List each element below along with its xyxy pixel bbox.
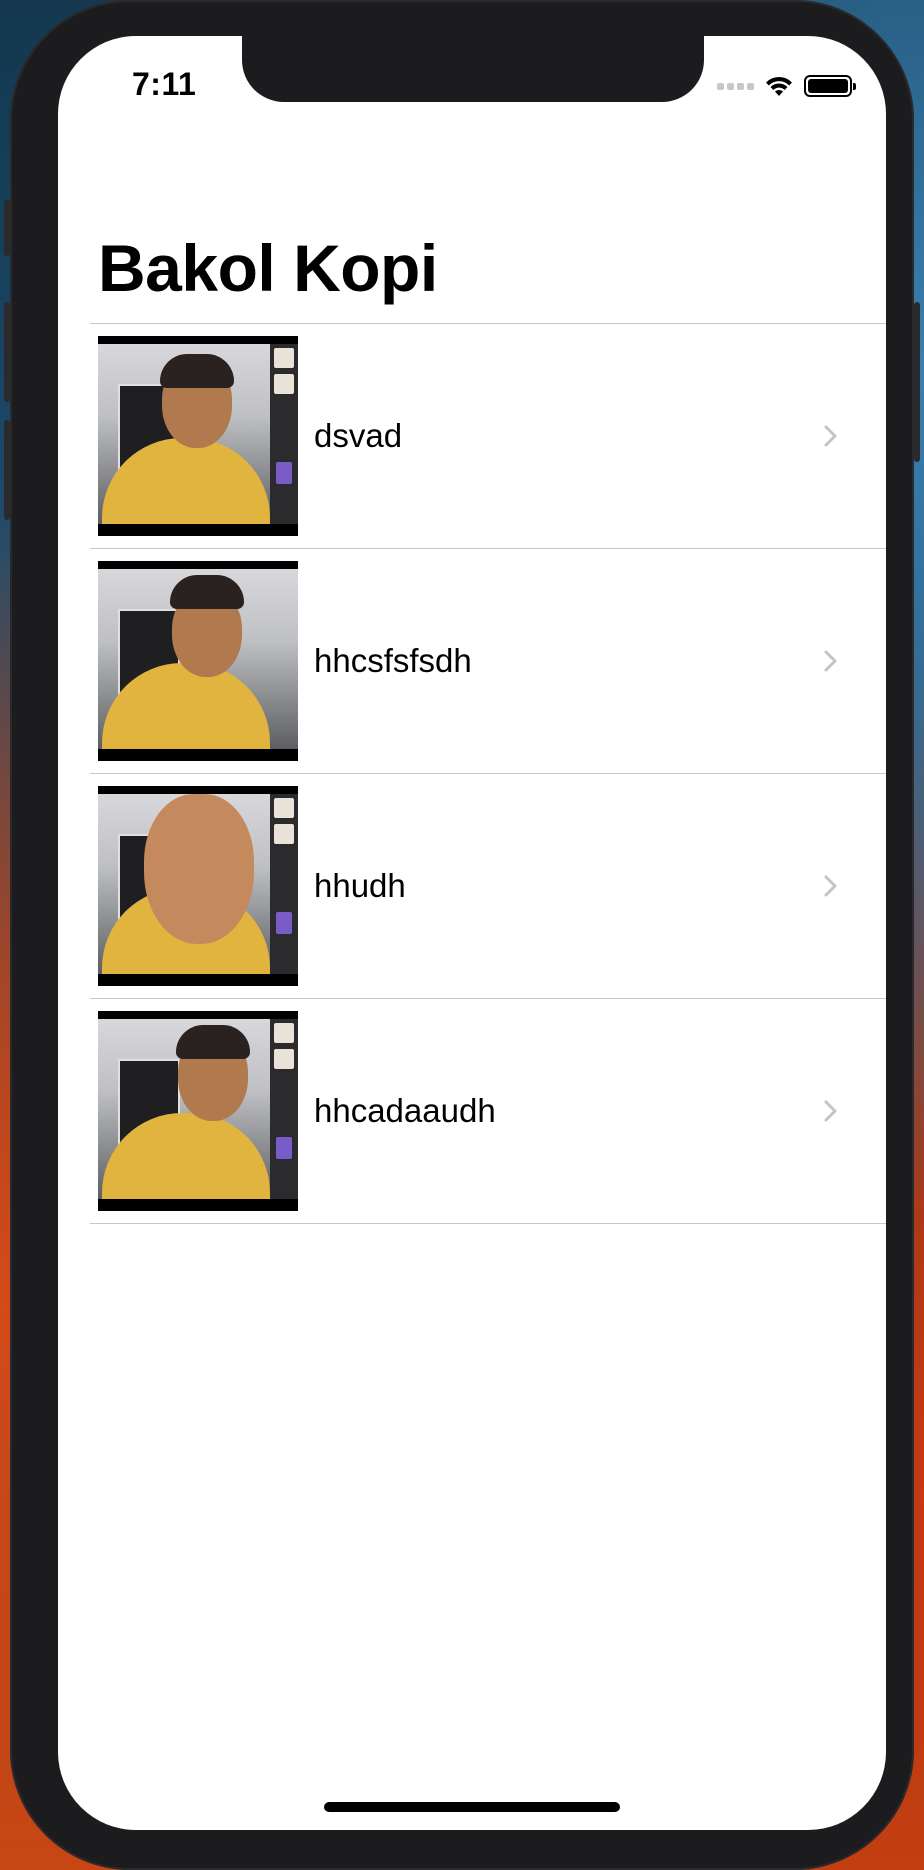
notch [242,36,704,102]
volume-down-button [4,420,10,520]
status-icons [717,74,856,98]
power-button [914,302,920,462]
chevron-right-icon [824,650,837,672]
chevron-right-icon [824,425,837,447]
status-time: 7:11 [132,66,197,102]
video-thumbnail [98,786,298,986]
volume-up-button [4,302,10,402]
video-list: dsvad hhcsfsfsdh hhudh hhcadaaudh [90,323,886,1224]
list-item-title: dsvad [314,417,403,454]
video-thumbnail [98,561,298,761]
chevron-right-icon [824,875,837,897]
iphone-frame: 7:11 Bakol Kopi dsvad hhcsfsfsdh hhudh h… [4,0,920,1870]
list-item[interactable]: hhcadaaudh [90,999,886,1224]
list-item-title: hhcsfsfsdh [314,642,472,679]
cellular-signal-icon [717,82,754,90]
list-item-title: hhudh [314,867,406,904]
list-item-title: hhcadaaudh [314,1092,496,1129]
list-item[interactable]: dsvad [90,324,886,549]
video-thumbnail [98,336,298,536]
chevron-right-icon [824,1100,837,1122]
page-title: Bakol Kopi [98,231,438,305]
list-item[interactable]: hhcsfsfsdh [90,549,886,774]
mute-switch [4,200,10,256]
home-indicator[interactable] [324,1802,620,1812]
battery-icon [804,75,856,97]
video-thumbnail [98,1011,298,1211]
app-screen: 7:11 Bakol Kopi dsvad hhcsfsfsdh hhudh h… [58,36,886,1830]
list-item[interactable]: hhudh [90,774,886,999]
wifi-icon [766,76,792,96]
